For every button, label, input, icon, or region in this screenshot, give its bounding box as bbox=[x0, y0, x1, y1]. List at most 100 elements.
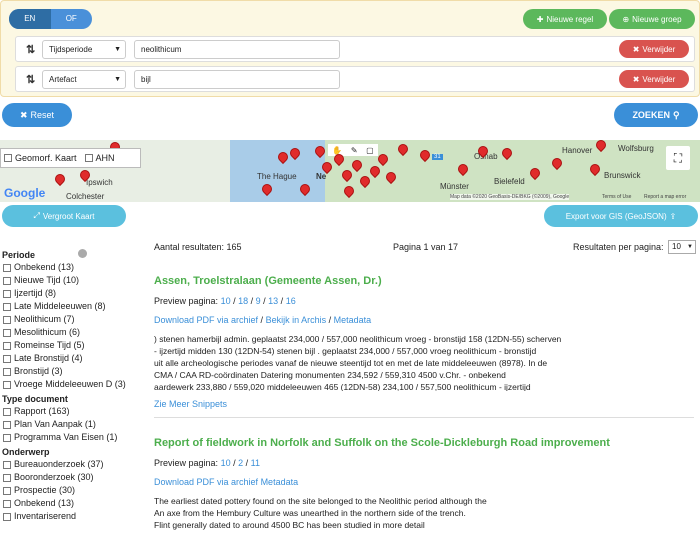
facet-item[interactable]: Rapport (163) bbox=[0, 405, 142, 418]
facet-checkbox[interactable] bbox=[3, 460, 11, 469]
facet-item[interactable]: Bureauonderzoek (37) bbox=[0, 458, 142, 471]
more-snippets-link[interactable]: Zie Meer Snippets bbox=[154, 399, 694, 409]
facet-item[interactable]: Romeinse Tijd (5) bbox=[0, 339, 142, 352]
result-item: Report of fieldwork in Norfolk and Suffo… bbox=[154, 437, 694, 531]
download-pdf-link[interactable]: Download PDF via archief bbox=[154, 315, 258, 325]
ahn-checkbox[interactable] bbox=[84, 154, 93, 162]
field-select[interactable]: Tijdsperiode ▼ bbox=[42, 40, 126, 59]
facet-item[interactable]: Onbekend (13) bbox=[0, 261, 142, 274]
facet-item[interactable]: Late Middeleeuwen (8) bbox=[0, 300, 142, 313]
map-marker[interactable] bbox=[341, 183, 357, 199]
sort-handle-icon[interactable]: ⇅ bbox=[26, 73, 35, 86]
facet-checkbox[interactable] bbox=[3, 486, 11, 495]
facet-item[interactable]: Ijzertijd (8) bbox=[0, 287, 142, 300]
field-select[interactable]: Artefact ▼ bbox=[42, 70, 126, 89]
preview-page-link[interactable]: 13 bbox=[268, 296, 278, 306]
facet-checkbox[interactable] bbox=[3, 420, 11, 429]
remove-button[interactable]: ✖ Verwijder bbox=[619, 70, 689, 88]
facet-checkbox[interactable] bbox=[3, 380, 11, 389]
preview-page-link[interactable]: 18 bbox=[238, 296, 248, 306]
facet-checkbox[interactable] bbox=[3, 302, 11, 311]
preview-page-link[interactable]: 16 bbox=[286, 296, 296, 306]
map-marker[interactable] bbox=[593, 140, 609, 153]
map-marker[interactable] bbox=[417, 147, 433, 163]
map-marker[interactable] bbox=[587, 161, 603, 177]
preview-page-link[interactable]: 9 bbox=[256, 296, 261, 306]
new-rule-button[interactable]: ✚ Nieuwe regel bbox=[523, 9, 607, 29]
result-item: Assen, Troelstralaan (Gemeente Assen, Dr… bbox=[154, 275, 694, 418]
facet-item[interactable]: Booronderzoek (30) bbox=[0, 471, 142, 484]
map-marker[interactable] bbox=[349, 157, 365, 173]
facet-item[interactable]: Neolithicum (7) bbox=[0, 313, 142, 326]
fullscreen-icon[interactable]: ⛶ bbox=[666, 146, 690, 170]
preview-page-link[interactable]: 11 bbox=[251, 458, 260, 468]
per-page-select[interactable]: 10 ▼ bbox=[668, 240, 696, 254]
facet-checkbox[interactable] bbox=[3, 354, 11, 363]
square-icon[interactable]: ▢ bbox=[366, 146, 374, 155]
metadata-link[interactable]: Metadata bbox=[261, 477, 299, 487]
facet-checkbox[interactable] bbox=[3, 512, 11, 521]
map-marker[interactable] bbox=[367, 163, 383, 179]
facet-checkbox[interactable] bbox=[3, 473, 11, 482]
metadata-link[interactable]: Metadata bbox=[334, 315, 372, 325]
enlarge-map-button[interactable]: ⤢ Vergroot Kaart bbox=[2, 205, 126, 227]
map-marker[interactable] bbox=[375, 151, 391, 167]
preview-page-link[interactable]: 10 bbox=[221, 458, 231, 468]
facet-checkbox[interactable] bbox=[3, 276, 11, 285]
map-marker[interactable] bbox=[383, 169, 399, 185]
facet-item[interactable]: Plan Van Aanpak (1) bbox=[0, 418, 142, 431]
preview-page-link[interactable]: 10 bbox=[221, 296, 231, 306]
preview-page-link[interactable]: 2 bbox=[238, 458, 243, 468]
facet-item[interactable]: Vroege Middeleeuwen D (3) bbox=[0, 378, 142, 391]
report-link[interactable]: Report a map error bbox=[644, 194, 686, 200]
value-input[interactable]: bijl bbox=[134, 70, 340, 89]
map-marker[interactable] bbox=[549, 155, 565, 171]
draw-line-icon[interactable]: ✎ bbox=[351, 146, 358, 155]
facet-checkbox[interactable] bbox=[3, 263, 11, 272]
and-or-toggle[interactable]: EN OF bbox=[9, 9, 92, 29]
new-group-button[interactable]: ⊕ Nieuwe groep bbox=[609, 9, 695, 29]
plus-circle-icon: ⊕ bbox=[622, 14, 630, 24]
remove-button[interactable]: ✖ Verwijder bbox=[619, 40, 689, 58]
facet-checkbox[interactable] bbox=[3, 289, 11, 298]
reset-button[interactable]: ✖ Reset bbox=[2, 103, 72, 127]
facet-checkbox[interactable] bbox=[3, 328, 11, 337]
toggle-of[interactable]: OF bbox=[51, 9, 93, 29]
archis-link[interactable]: Bekijk in Archis bbox=[266, 315, 327, 325]
result-title[interactable]: Report of fieldwork in Norfolk and Suffo… bbox=[154, 437, 694, 449]
caret-down-icon: ▼ bbox=[687, 244, 693, 250]
facet-item[interactable]: Late Bronstijd (4) bbox=[0, 352, 142, 365]
facet-item[interactable]: Prospectie (30) bbox=[0, 484, 142, 497]
facet-item[interactable]: Mesolithicum (6) bbox=[0, 326, 142, 339]
map-attribution: Map data ©2020 GeoBasis-DE/BKG (©2009), … bbox=[450, 194, 570, 200]
facet-checkbox[interactable] bbox=[3, 315, 11, 324]
export-geojson-button[interactable]: Export voor GIS (GeoJSON) ⇪ bbox=[544, 205, 698, 227]
toggle-en[interactable]: EN bbox=[9, 9, 51, 29]
facet-item[interactable]: Inventariserend bbox=[0, 510, 142, 523]
search-button[interactable]: ZOEKEN ⚲ bbox=[614, 103, 698, 127]
facet-item[interactable]: Onbekend (13) bbox=[0, 497, 142, 510]
expand-icon: ⤢ bbox=[33, 211, 40, 220]
map-marker[interactable] bbox=[527, 165, 543, 181]
facet-title: Type document bbox=[2, 394, 68, 404]
map-marker[interactable] bbox=[455, 161, 471, 177]
map-marker[interactable] bbox=[395, 141, 411, 157]
download-pdf-link[interactable]: Download PDF via archief bbox=[154, 477, 258, 487]
facet-checkbox[interactable] bbox=[3, 407, 11, 416]
geomorf-checkbox[interactable] bbox=[4, 154, 12, 162]
plus-icon: ✚ bbox=[536, 14, 544, 24]
result-title[interactable]: Assen, Troelstralaan (Gemeente Assen, Dr… bbox=[154, 275, 694, 287]
facet-checkbox[interactable] bbox=[3, 341, 11, 350]
map-marker[interactable] bbox=[339, 167, 355, 183]
facet-item[interactable]: Programma Van Eisen (1) bbox=[0, 431, 142, 444]
terms-link[interactable]: Terms of Use bbox=[602, 194, 631, 200]
facet-checkbox[interactable] bbox=[3, 367, 11, 376]
facet-item[interactable]: Nieuwe Tijd (10) bbox=[0, 274, 142, 287]
value-input[interactable]: neolithicum bbox=[134, 40, 340, 59]
facet-item[interactable]: Bronstijd (3) bbox=[0, 365, 142, 378]
facet-checkbox[interactable] bbox=[3, 433, 11, 442]
map-marker[interactable] bbox=[499, 145, 515, 161]
map-marker[interactable] bbox=[357, 173, 373, 189]
sort-handle-icon[interactable]: ⇅ bbox=[26, 43, 35, 56]
facet-checkbox[interactable] bbox=[3, 499, 11, 508]
